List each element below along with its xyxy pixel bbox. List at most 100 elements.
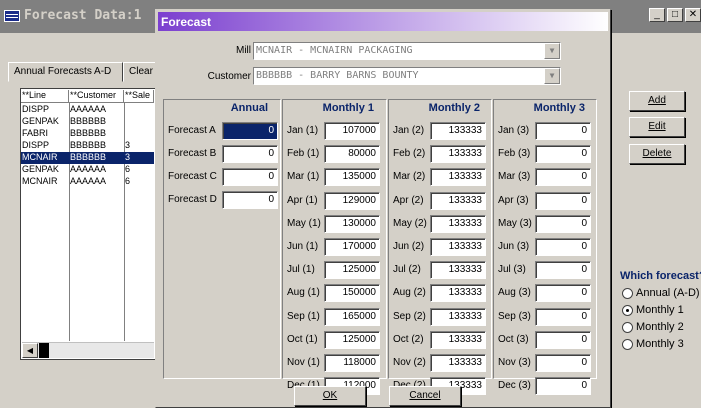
month-value-field[interactable]: 133333 bbox=[430, 214, 486, 233]
scroll-left-arrow-icon[interactable]: ◀ bbox=[22, 343, 38, 358]
add-button[interactable]: Add bbox=[629, 91, 685, 111]
month-label: Jun (3) bbox=[498, 241, 530, 252]
table-row[interactable]: MCNAIR AAAAAA 6 bbox=[21, 176, 155, 188]
month-value-field[interactable]: 125000 bbox=[324, 261, 380, 280]
month-value-field[interactable]: 0 bbox=[535, 238, 591, 256]
month-label: Jan (1) bbox=[287, 125, 319, 136]
table-cell: BBBBBB bbox=[70, 128, 107, 138]
maximize-button[interactable]: □ bbox=[667, 8, 683, 22]
month-value-field[interactable]: 130000 bbox=[324, 214, 380, 233]
month-value-field[interactable]: 0 bbox=[535, 307, 591, 326]
month-label: Jun (2) bbox=[393, 241, 425, 252]
month-value-field[interactable]: 133333 bbox=[430, 261, 486, 280]
close-button[interactable]: ✕ bbox=[685, 8, 701, 22]
ok-button[interactable]: OK bbox=[294, 386, 366, 406]
month-label: Jan (2) bbox=[393, 125, 425, 136]
mill-combobox[interactable]: MCNAIR - MCNAIRN PACKAGING ▼ bbox=[253, 42, 561, 60]
grid-horizontal-scrollbar[interactable]: ◀ bbox=[22, 342, 154, 358]
edit-button[interactable]: Edit bbox=[629, 117, 685, 137]
month-value-field[interactable]: 170000 bbox=[324, 238, 380, 256]
month-value-field[interactable]: 0 bbox=[535, 122, 591, 140]
mill-label: Mill bbox=[236, 45, 251, 56]
table-cell bbox=[124, 128, 154, 140]
month-value-field[interactable]: 135000 bbox=[324, 168, 380, 187]
table-cell: 3 bbox=[124, 152, 154, 164]
month-value-field[interactable]: 150000 bbox=[324, 284, 380, 303]
chevron-down-icon[interactable]: ▼ bbox=[544, 68, 560, 84]
month-value-field[interactable]: 118000 bbox=[324, 354, 380, 372]
radio-label: Monthly 2 bbox=[636, 321, 684, 333]
which-forecast-radio[interactable]: Monthly 1 bbox=[622, 303, 684, 317]
customer-value: BBBBBB - BARRY BARNS BOUNTY bbox=[256, 70, 419, 81]
table-cell bbox=[124, 116, 154, 128]
which-forecast-radio[interactable]: Monthly 3 bbox=[622, 337, 684, 351]
forecast-field[interactable]: 0 bbox=[222, 191, 278, 209]
month-value-field[interactable]: 129000 bbox=[324, 191, 380, 210]
edit-button-label: Edit bbox=[648, 121, 666, 132]
dialog-titlebar[interactable]: Forecast bbox=[158, 12, 608, 31]
scroll-thumb[interactable] bbox=[39, 343, 49, 358]
delete-button[interactable]: Delete bbox=[629, 144, 685, 164]
tab-clear[interactable]: Clear bbox=[123, 62, 157, 82]
month-value-field[interactable]: 133333 bbox=[430, 122, 486, 140]
radio-button-icon[interactable] bbox=[622, 321, 633, 333]
cancel-button[interactable]: Cancel bbox=[389, 386, 461, 406]
month-label: Aug (3) bbox=[498, 287, 531, 299]
table-row[interactable]: DISPP BBBBBB 3 bbox=[21, 140, 155, 152]
table-row[interactable]: FABRI BBBBBB bbox=[21, 128, 155, 140]
month-label: Aug (1) bbox=[287, 287, 320, 299]
radio-button-icon[interactable] bbox=[622, 287, 633, 299]
month-value-field[interactable]: 0 bbox=[535, 145, 591, 164]
grid-app-icon bbox=[4, 10, 20, 22]
forecast-field[interactable]: 0 bbox=[222, 168, 278, 186]
customer-combobox[interactable]: BBBBBB - BARRY BARNS BOUNTY ▼ bbox=[253, 67, 561, 85]
table-cell: FABRI bbox=[22, 128, 49, 138]
which-forecast-radio[interactable]: Annual (A-D) bbox=[622, 286, 700, 300]
month-value-field[interactable]: 107000 bbox=[324, 122, 380, 140]
month-value-field[interactable]: 0 bbox=[535, 261, 591, 280]
radio-label: Monthly 1 bbox=[636, 304, 684, 316]
table-cell: DISPP bbox=[22, 140, 50, 150]
month-value-field[interactable]: 0 bbox=[535, 354, 591, 372]
table-row[interactable]: GENPAK AAAAAA 6 bbox=[21, 164, 155, 176]
month-value-field[interactable]: 133333 bbox=[430, 354, 486, 372]
forecast-field[interactable]: 0 bbox=[222, 122, 278, 140]
grid-col-sale[interactable]: **Sale bbox=[124, 90, 154, 103]
forecast-records-grid[interactable]: **Line **Customer **Sale DISPP AAAAAA GENP… bbox=[20, 88, 156, 360]
month-value-field[interactable]: 133333 bbox=[430, 238, 486, 256]
grid-col-customer[interactable]: **Customer bbox=[69, 90, 124, 103]
month-label: Mar (1) bbox=[287, 171, 320, 183]
table-row[interactable]: GENPAK BBBBBB bbox=[21, 116, 155, 128]
month-value-field[interactable]: 165000 bbox=[324, 307, 380, 326]
month-value-field[interactable]: 133333 bbox=[430, 168, 486, 187]
radio-button-icon[interactable] bbox=[622, 338, 633, 350]
radio-button-icon[interactable] bbox=[622, 304, 633, 316]
grid-col-line[interactable]: **Line bbox=[21, 90, 69, 103]
table-row[interactable]: DISPP AAAAAA bbox=[21, 104, 155, 116]
month-value-field[interactable]: 133333 bbox=[430, 191, 486, 210]
which-forecast-title: Which forecast? bbox=[620, 270, 701, 282]
tab-annual-forecasts[interactable]: Annual Forecasts A-D bbox=[8, 62, 123, 82]
forecast-label: Forecast C bbox=[168, 171, 217, 182]
month-value-field[interactable]: 133333 bbox=[430, 330, 486, 349]
month-value-field[interactable]: 0 bbox=[535, 330, 591, 349]
table-cell: AAAAAA bbox=[70, 164, 107, 174]
month-value-field[interactable]: 0 bbox=[535, 377, 591, 396]
month-value-field[interactable]: 80000 bbox=[324, 145, 380, 164]
chevron-down-icon[interactable]: ▼ bbox=[544, 43, 560, 59]
month-value-field[interactable]: 125000 bbox=[324, 330, 380, 349]
month-value-field[interactable]: 0 bbox=[535, 214, 591, 233]
month-value-field[interactable]: 133333 bbox=[430, 307, 486, 326]
which-forecast-radio[interactable]: Monthly 2 bbox=[622, 320, 684, 334]
month-value-field[interactable]: 133333 bbox=[430, 284, 486, 303]
month-value-field[interactable]: 133333 bbox=[430, 145, 486, 164]
table-cell: MCNAIR bbox=[21, 152, 69, 164]
month-value-field[interactable]: 0 bbox=[535, 284, 591, 303]
month-value-field[interactable]: 0 bbox=[535, 168, 591, 187]
month-value-field[interactable]: 0 bbox=[535, 191, 591, 210]
table-row[interactable]: MCNAIR BBBBBB 3 bbox=[21, 152, 155, 164]
month-label: Dec (3) bbox=[498, 380, 531, 392]
forecast-field[interactable]: 0 bbox=[222, 145, 278, 163]
monthly-1-header: Monthly 1 bbox=[322, 102, 374, 114]
minimize-button[interactable]: _ bbox=[649, 8, 665, 22]
